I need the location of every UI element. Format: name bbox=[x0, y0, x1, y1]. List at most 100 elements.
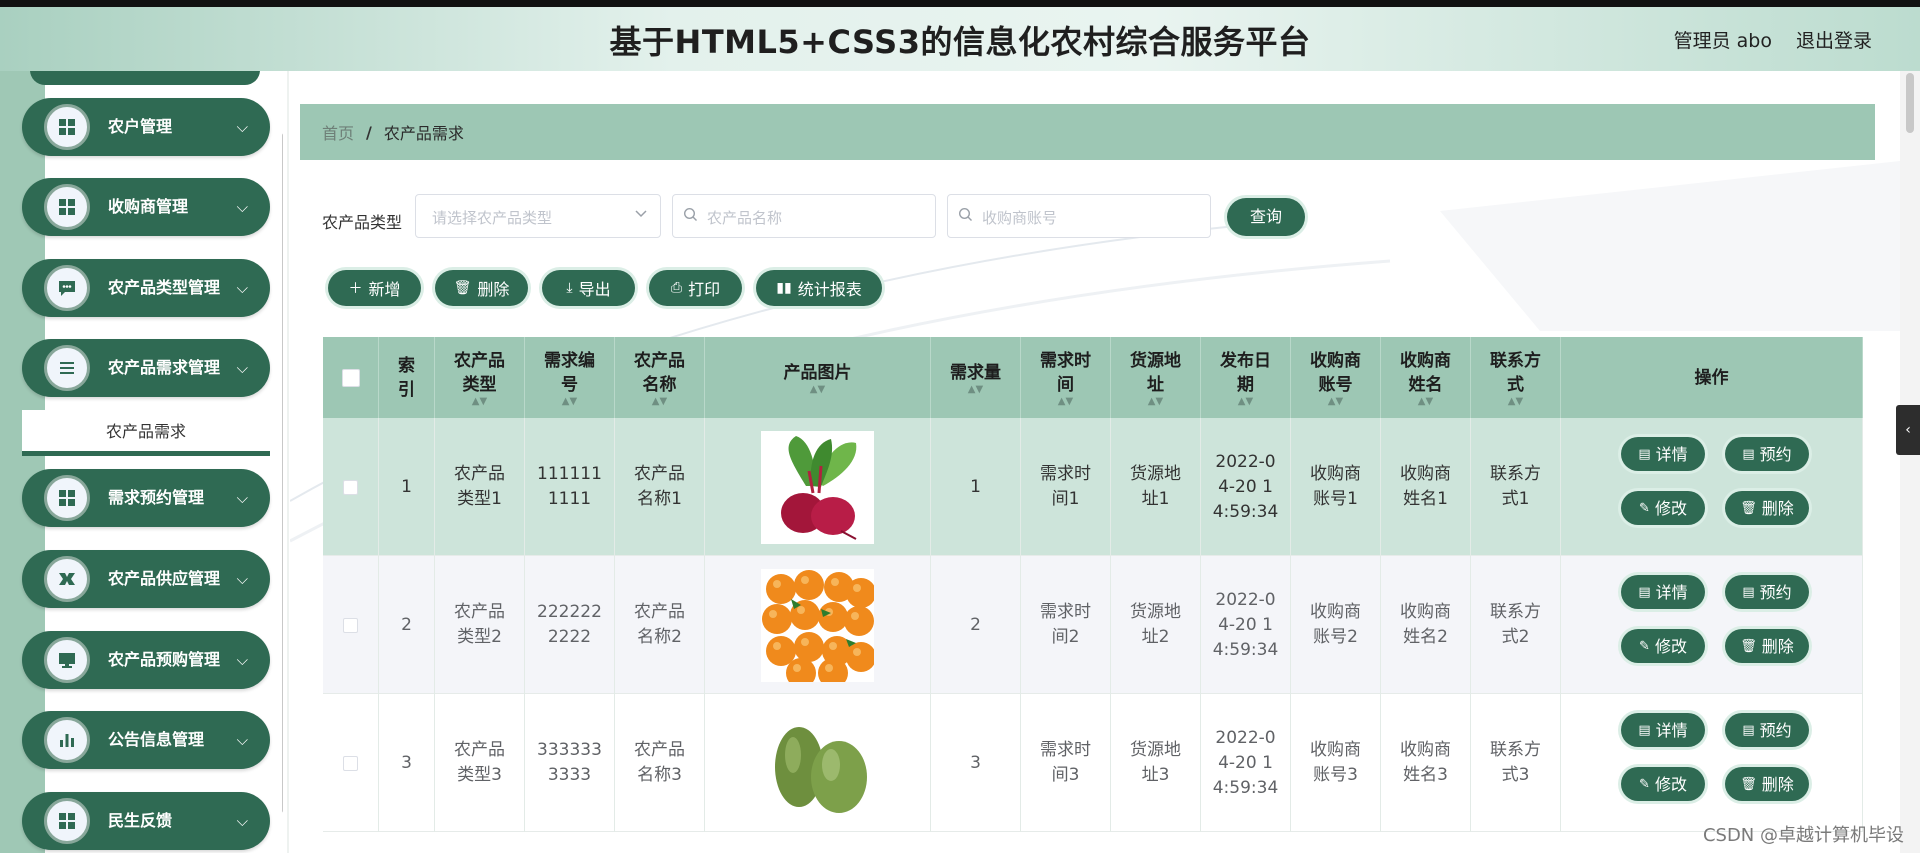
type-select[interactable]: 请选择农产品类型 bbox=[415, 194, 661, 238]
add-button[interactable]: ＋新增 bbox=[328, 270, 421, 306]
cell-text: 类型1 bbox=[457, 489, 502, 509]
sidebar-item-1[interactable]: 农户管理 ⌵ bbox=[22, 98, 270, 156]
sidebar-item-6[interactable]: 农产品供应管理 ⌵ bbox=[22, 550, 270, 608]
breadcrumb-home[interactable]: 首页 bbox=[322, 120, 354, 144]
cell-date: 2022-0 4-20 1 4:59:34 bbox=[1201, 556, 1291, 694]
table-row[interactable]: 3 农产品 类型3 333333 3333 农产品 名称3 3 需求时 间3 货源地 址3 2022-0… bbox=[323, 694, 1863, 832]
delete-button[interactable]: 🗑 删除 bbox=[435, 270, 528, 306]
row-checkbox[interactable] bbox=[343, 479, 358, 495]
select-all-checkbox[interactable] bbox=[341, 368, 360, 387]
cell-ops: ▤ 详情 ▤ 预约 ✎ 修改 🗑 删除 bbox=[1561, 694, 1863, 832]
cell-text: 收购商 bbox=[1310, 464, 1361, 484]
edit-button[interactable]: ✎ 修改 bbox=[1621, 491, 1705, 525]
header-text: 需求量 bbox=[950, 362, 1001, 383]
cell-text: 账号3 bbox=[1313, 765, 1358, 785]
cell-text: 1111 bbox=[547, 489, 592, 509]
cell-addr: 货源地 址3 bbox=[1111, 694, 1201, 832]
cell-text: 联系方 bbox=[1490, 740, 1541, 760]
sort-icon[interactable]: ▲▼ bbox=[968, 384, 983, 395]
main-scrollbar[interactable] bbox=[1900, 71, 1920, 853]
book-button[interactable]: ▤ 预约 bbox=[1725, 575, 1809, 609]
sidebar-scrollbar[interactable] bbox=[282, 133, 283, 813]
header-addr: 货源地址 ▲▼ bbox=[1111, 337, 1201, 418]
sidebar-item-label: 公告信息管理 bbox=[108, 730, 205, 749]
row-checkbox[interactable] bbox=[343, 617, 358, 633]
sidebar-item-7[interactable]: 农产品预购管理 ⌵ bbox=[22, 631, 270, 689]
cell-text: 址3 bbox=[1141, 765, 1170, 785]
cell-buyer_acc: 收购商 账号3 bbox=[1291, 694, 1381, 832]
menu-item-partial[interactable] bbox=[30, 71, 260, 85]
cell-buyer_name: 收购商 姓名2 bbox=[1381, 556, 1471, 694]
row-checkbox[interactable] bbox=[343, 755, 358, 771]
wax-gourd-image bbox=[761, 706, 874, 820]
sort-icon[interactable]: ▲▼ bbox=[1508, 396, 1523, 407]
cell-text: 名称3 bbox=[637, 765, 682, 785]
collapse-panel-tab[interactable]: ‹ bbox=[1896, 405, 1920, 455]
sort-icon[interactable]: ▲▼ bbox=[810, 384, 825, 395]
print-button[interactable]: ⎙ 打印 bbox=[649, 270, 742, 306]
main-content: 首页 / 农产品需求 农产品类型 请选择农产品类型 农产品名称 收购商账号 查询… bbox=[290, 71, 1900, 853]
sort-icon[interactable]: ▲▼ bbox=[1328, 396, 1343, 407]
table-row[interactable]: 1 农产品 类型1 111111 1111 农产品 名称1 1 需求时 间1 货源地 址1 2022-0… bbox=[323, 418, 1863, 556]
row-delete-button[interactable]: 🗑 删除 bbox=[1725, 629, 1809, 663]
cell-date: 2022-0 4-20 1 4:59:34 bbox=[1201, 694, 1291, 832]
query-button[interactable]: 查询 bbox=[1227, 198, 1305, 236]
logout-link[interactable]: 退出登录 bbox=[1796, 26, 1872, 53]
scroll-thumb[interactable] bbox=[1906, 73, 1914, 133]
cell-text: 姓名1 bbox=[1403, 489, 1448, 509]
sort-icon[interactable]: ▲▼ bbox=[1418, 396, 1433, 407]
current-user: 管理员 abo bbox=[1673, 30, 1772, 52]
sidebar-item-5[interactable]: 需求预约管理 ⌵ bbox=[22, 469, 270, 527]
document-icon: ▤ bbox=[1742, 446, 1755, 462]
cell-text: 2022-0 bbox=[1215, 451, 1276, 472]
sort-icon[interactable]: ▲▼ bbox=[652, 396, 667, 407]
cell-text: 2222 bbox=[547, 627, 592, 647]
sort-icon[interactable]: ▲▼ bbox=[562, 396, 577, 407]
edit-button[interactable]: ✎ 修改 bbox=[1621, 767, 1705, 801]
book-button[interactable]: ▤ 预约 bbox=[1725, 437, 1809, 471]
row-delete-button[interactable]: 🗑 删除 bbox=[1725, 491, 1809, 525]
submenu-item-demand[interactable]: 农产品需求 bbox=[22, 410, 270, 456]
sidebar-item-4[interactable]: 农产品需求管理 ⌵ bbox=[22, 339, 270, 397]
edit-button[interactable]: ✎ 修改 bbox=[1621, 629, 1705, 663]
book-button[interactable]: ▤ 预约 bbox=[1725, 713, 1809, 747]
cell-text: 收购商 bbox=[1400, 740, 1451, 760]
sort-icon[interactable]: ▲▼ bbox=[1148, 396, 1163, 407]
cell-text: 农产品 bbox=[454, 602, 505, 622]
sidebar-item-2[interactable]: 收购商管理 ⌵ bbox=[22, 178, 270, 236]
chevron-down-icon: ⌵ bbox=[236, 118, 248, 136]
sidebar-item-9[interactable]: 民生反馈 ⌵ bbox=[22, 792, 270, 850]
cell-code: 333333 3333 bbox=[525, 694, 615, 832]
export-button[interactable]: ⤓ 导出 bbox=[542, 270, 635, 306]
header-text: 期 bbox=[1237, 374, 1254, 395]
flag-icon bbox=[56, 568, 78, 590]
cell-text: 1 bbox=[401, 476, 412, 497]
sort-icon[interactable]: ▲▼ bbox=[1058, 396, 1073, 407]
detail-button[interactable]: ▤ 详情 bbox=[1621, 437, 1705, 471]
sidebar-item-3[interactable]: 农产品类型管理 ⌵ bbox=[22, 259, 270, 317]
cell-text: 需求时 bbox=[1040, 740, 1091, 760]
product-name-input[interactable]: 农产品名称 bbox=[672, 194, 936, 238]
sort-icon[interactable]: ▲▼ bbox=[1238, 396, 1253, 407]
cell-text: 1 bbox=[970, 476, 981, 497]
pencil-icon: ✎ bbox=[1639, 776, 1650, 792]
search-icon bbox=[683, 207, 698, 226]
row-delete-button[interactable]: 🗑 删除 bbox=[1725, 767, 1809, 801]
report-button[interactable]: ▮▮ 统计报表 bbox=[756, 270, 882, 306]
app-header: 基于HTML5+CSS3的信息化农村综合服务平台 管理员 abo 退出登录 bbox=[0, 7, 1920, 71]
detail-button[interactable]: ▤ 详情 bbox=[1621, 575, 1705, 609]
sort-icon[interactable]: ▲▼ bbox=[472, 396, 487, 407]
type-select-placeholder: 请选择农产品类型 bbox=[432, 209, 553, 227]
header-text: 式 bbox=[1507, 374, 1524, 395]
table-row[interactable]: 2 农产品 类型2 222222 2222 农产品 名称2 2 需求时 间2 货源地 址2 2022-0… bbox=[323, 556, 1863, 694]
header-check[interactable] bbox=[323, 337, 379, 418]
header-text: 发布日 bbox=[1220, 350, 1271, 371]
cell-text: 收购商 bbox=[1310, 602, 1361, 622]
sidebar-item-label: 需求预约管理 bbox=[108, 488, 205, 507]
cell-text: 类型3 bbox=[457, 765, 502, 785]
detail-button[interactable]: ▤ 详情 bbox=[1621, 713, 1705, 747]
sidebar-item-8[interactable]: 公告信息管理 ⌵ bbox=[22, 711, 270, 769]
cell-text: 4:59:34 bbox=[1212, 777, 1279, 798]
cell-text: 4-20 1 bbox=[1218, 752, 1273, 773]
buyer-account-input[interactable]: 收购商账号 bbox=[947, 194, 1211, 238]
